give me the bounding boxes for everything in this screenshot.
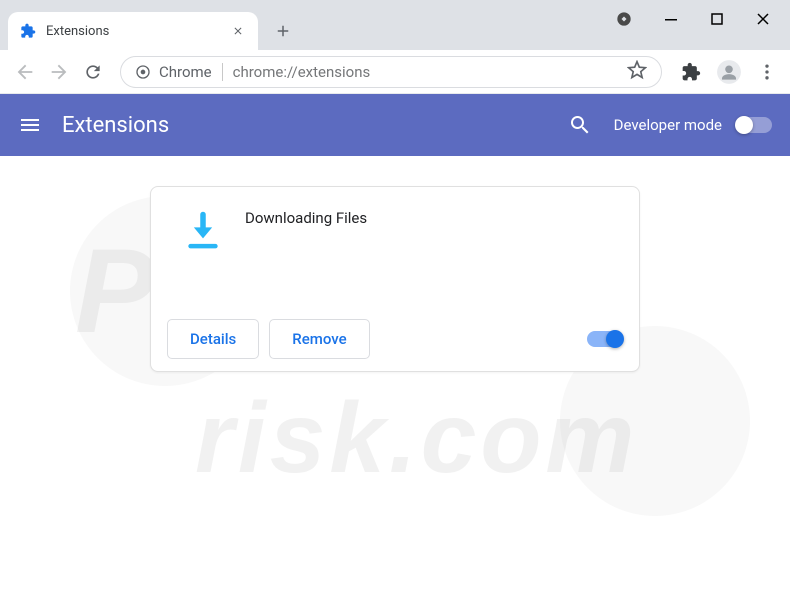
page-title: Extensions bbox=[62, 113, 169, 138]
download-icon bbox=[181, 209, 225, 253]
browser-toolbar: Chrome chrome://extensions bbox=[0, 50, 790, 94]
developer-mode-label: Developer mode bbox=[614, 116, 722, 134]
hamburger-menu-icon[interactable] bbox=[18, 113, 42, 137]
developer-mode-toggle[interactable] bbox=[736, 117, 772, 133]
extensions-header: Extensions Developer mode bbox=[0, 94, 790, 156]
details-button[interactable]: Details bbox=[167, 319, 259, 359]
title-bar: Extensions bbox=[0, 0, 790, 50]
kebab-menu-icon[interactable] bbox=[752, 57, 782, 87]
shield-icon[interactable] bbox=[614, 9, 634, 29]
toggle-knob bbox=[606, 330, 624, 348]
toolbar-icons bbox=[672, 57, 782, 87]
site-chip: Chrome bbox=[135, 63, 212, 81]
bookmark-star-icon[interactable] bbox=[627, 60, 647, 84]
new-tab-button[interactable] bbox=[268, 16, 298, 46]
address-bar[interactable]: Chrome chrome://extensions bbox=[120, 56, 662, 88]
url-text: chrome://extensions bbox=[233, 63, 371, 81]
card-body: Downloading Files bbox=[151, 187, 639, 307]
reload-button[interactable] bbox=[76, 55, 110, 89]
extension-name: Downloading Files bbox=[245, 209, 367, 227]
window-controls bbox=[614, 0, 790, 38]
maximize-button[interactable] bbox=[694, 0, 740, 38]
puzzle-icon bbox=[20, 23, 36, 39]
back-button[interactable] bbox=[8, 55, 42, 89]
toggle-knob bbox=[735, 116, 753, 134]
extension-enable-toggle[interactable] bbox=[587, 331, 623, 347]
close-tab-button[interactable] bbox=[230, 23, 246, 39]
extensions-icon[interactable] bbox=[676, 57, 706, 87]
browser-tab[interactable]: Extensions bbox=[8, 12, 258, 50]
site-chip-label: Chrome bbox=[159, 63, 212, 81]
close-window-button[interactable] bbox=[740, 0, 786, 38]
svg-text:risk.com: risk.com bbox=[195, 382, 638, 494]
content-area: PC risk.com Downloading Files Details Re… bbox=[0, 156, 790, 607]
tab-title: Extensions bbox=[46, 24, 230, 39]
remove-button[interactable]: Remove bbox=[269, 319, 369, 359]
card-text: Downloading Files bbox=[245, 209, 367, 285]
card-actions: Details Remove bbox=[151, 307, 639, 371]
search-icon[interactable] bbox=[568, 113, 592, 137]
extension-card: Downloading Files Details Remove bbox=[150, 186, 640, 372]
minimize-button[interactable] bbox=[648, 0, 694, 38]
profile-avatar-icon[interactable] bbox=[714, 57, 744, 87]
divider bbox=[222, 63, 223, 81]
forward-button[interactable] bbox=[42, 55, 76, 89]
